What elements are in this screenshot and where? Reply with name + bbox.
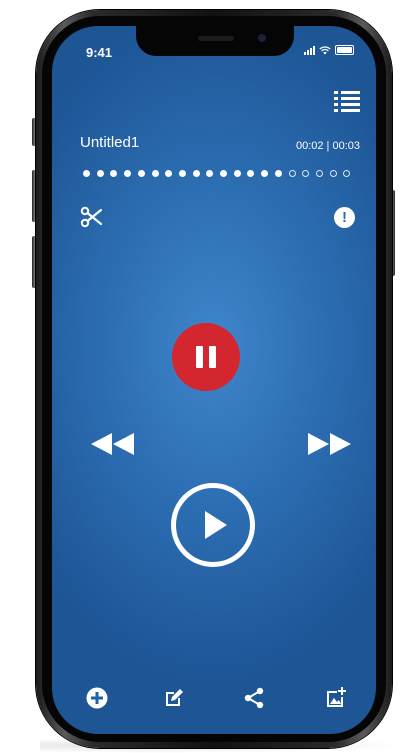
status-time: 9:41 [86, 45, 113, 60]
progress-dot-filled [192, 170, 200, 177]
stage: 9:41 Untitled1 00:02 | 00:03 ! [0, 0, 413, 753]
recording-progress[interactable] [83, 169, 365, 179]
recording-name: Untitled1 [80, 134, 140, 151]
progress-dot-empty [302, 170, 310, 177]
share-icon[interactable] [242, 686, 266, 710]
play-button[interactable] [171, 483, 255, 567]
rewind-icon[interactable] [88, 431, 138, 457]
progress-dot-filled [274, 170, 282, 177]
scissors-icon[interactable] [80, 206, 102, 228]
edit-icon[interactable] [162, 686, 186, 710]
progress-dot-filled [110, 170, 118, 177]
progress-dot-filled [137, 170, 145, 177]
progress-dot-empty [343, 170, 351, 177]
list-icon[interactable] [334, 90, 360, 112]
fast-forward-icon[interactable] [304, 431, 354, 457]
play-icon [205, 511, 227, 539]
pause-icon [209, 346, 216, 368]
progress-dot-filled [178, 170, 186, 177]
app-screen: 9:41 Untitled1 00:02 | 00:03 ! [52, 26, 376, 734]
notch [136, 26, 294, 56]
front-camera [258, 34, 266, 42]
status-icons [304, 45, 354, 55]
progress-dot-empty [329, 170, 337, 177]
pause-icon [196, 346, 203, 368]
progress-dot-filled [233, 170, 241, 177]
speaker-grille [198, 36, 234, 41]
progress-dot-empty [288, 170, 296, 177]
progress-dot-filled [165, 170, 173, 177]
recording-time: 00:02 | 00:03 [295, 140, 360, 152]
progress-dot-filled [206, 170, 214, 177]
progress-dot-filled [151, 170, 159, 177]
progress-dot-filled [261, 170, 269, 177]
wifi-icon [319, 45, 331, 54]
progress-dot-filled [220, 170, 227, 177]
info-icon[interactable]: ! [334, 207, 355, 228]
add-image-icon[interactable] [324, 686, 348, 710]
pause-button[interactable] [172, 323, 240, 391]
battery-icon [335, 45, 354, 55]
progress-dot-filled [247, 170, 255, 177]
progress-dot-empty [315, 170, 323, 177]
add-icon[interactable] [85, 686, 109, 710]
progress-dot-filled [124, 170, 132, 177]
progress-dot-filled [96, 170, 104, 177]
progress-dot-filled [83, 170, 90, 177]
signal-icon [304, 45, 315, 55]
